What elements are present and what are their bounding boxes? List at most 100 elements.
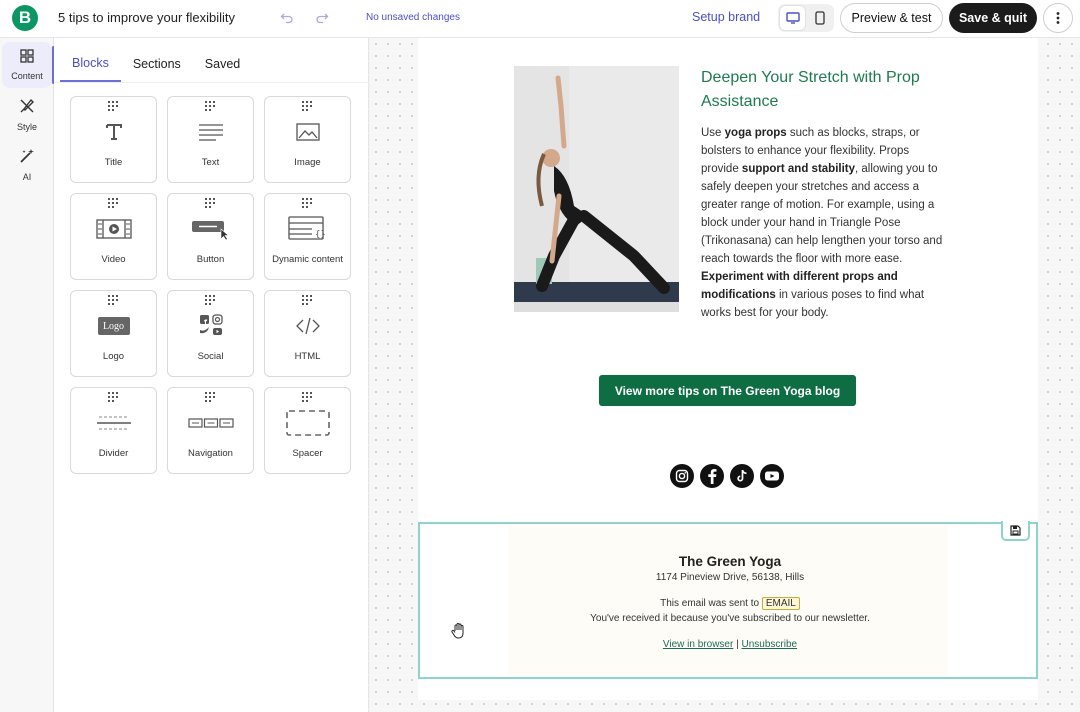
instagram-icon[interactable]: [670, 464, 694, 488]
save-quit-button[interactable]: Save & quit: [949, 3, 1037, 33]
block-dynamic-content[interactable]: {} Dynamic content: [264, 193, 351, 280]
drag-handle-icon[interactable]: [108, 392, 120, 402]
footer-company-name[interactable]: The Green Yoga: [420, 554, 1040, 569]
block-label: Logo: [102, 351, 125, 362]
block-label: Image: [294, 157, 321, 168]
tiktok-icon[interactable]: [730, 464, 754, 488]
yoga-photo[interactable]: [514, 66, 679, 312]
setup-brand-link[interactable]: Setup brand: [692, 10, 760, 24]
social-links: [670, 464, 784, 488]
block-label: HTML: [294, 351, 321, 362]
block-text[interactable]: Text: [167, 96, 254, 183]
spacer-icon: [264, 408, 351, 438]
drag-handle-icon[interactable]: [205, 295, 217, 305]
dynamic-content-icon: {}: [264, 214, 351, 244]
footer-sent-to: This email was sent to EMAIL: [420, 597, 1040, 610]
block-title[interactable]: Title: [70, 96, 157, 183]
drag-handle-icon[interactable]: [302, 101, 314, 111]
navigation-icon: [167, 408, 254, 438]
text-icon: [167, 117, 254, 147]
svg-text:{}: {}: [315, 230, 326, 240]
button-icon: [167, 214, 254, 244]
block-video[interactable]: Video: [70, 193, 157, 280]
block-logo[interactable]: Logo Logo: [70, 290, 157, 377]
block-navigation[interactable]: Navigation: [167, 387, 254, 474]
rail-item-style[interactable]: Style: [2, 92, 52, 138]
block-spacer[interactable]: Spacer: [264, 387, 351, 474]
title-icon: [70, 117, 157, 147]
rail-label: AI: [22, 172, 32, 182]
tab-sections[interactable]: Sections: [121, 46, 193, 82]
content-panel: Blocks Sections Saved Title Text Image V…: [54, 38, 369, 712]
rail-item-content[interactable]: Content: [2, 42, 55, 88]
campaign-title[interactable]: 5 tips to improve your flexibility: [58, 10, 235, 25]
body-bold: yoga props: [724, 127, 787, 139]
drag-handle-icon[interactable]: [302, 198, 314, 208]
body-bold: support and stability: [741, 163, 856, 175]
block-label: Dynamic content: [272, 254, 343, 265]
drag-handle-icon[interactable]: [302, 295, 314, 305]
section-heading[interactable]: Deepen Your Stretch with Prop Assistance: [701, 66, 961, 114]
rail-label: Style: [16, 122, 37, 132]
top-bar: B 5 tips to improve your flexibility No …: [0, 0, 1080, 38]
panel-tabs: Blocks Sections Saved: [60, 46, 252, 82]
social-icon: [167, 311, 254, 341]
drag-handle-icon[interactable]: [205, 392, 217, 402]
block-label: Divider: [98, 448, 129, 459]
save-status: No unsaved changes: [366, 12, 460, 23]
grid-icon: [20, 49, 34, 68]
tab-saved[interactable]: Saved: [193, 46, 252, 82]
drag-handle-icon[interactable]: [108, 295, 120, 305]
undo-icon[interactable]: [278, 9, 296, 27]
drag-handle-icon[interactable]: [108, 101, 120, 111]
left-rail: Content Style AI: [0, 38, 55, 712]
blocks-grid: Title Text Image Video Button {} Dynamic…: [70, 96, 351, 474]
footer-address[interactable]: 1174 Pineview Drive, 56138, Hills: [420, 572, 1040, 583]
block-image[interactable]: Image: [264, 96, 351, 183]
more-options-icon[interactable]: [1043, 3, 1073, 33]
logo-icon: Logo: [70, 311, 157, 341]
html-icon: [264, 311, 351, 341]
unsubscribe-link[interactable]: Unsubscribe: [741, 639, 797, 650]
block-label: Video: [101, 254, 126, 265]
redo-icon[interactable]: [313, 9, 331, 27]
editor-canvas: Deepen Your Stretch with Prop Assistance…: [370, 38, 1080, 712]
logo-icon-text: Logo: [97, 317, 130, 335]
email-merge-tag[interactable]: EMAIL: [761, 597, 800, 610]
section-body-text[interactable]: Use yoga props such as blocks, straps, o…: [701, 124, 946, 322]
footer-reason: You've received it because you've subscr…: [590, 613, 870, 624]
tab-blocks[interactable]: Blocks: [60, 46, 121, 82]
footer-links: View in browser | Unsubscribe: [420, 639, 1040, 650]
device-toggle: [778, 4, 834, 32]
block-button[interactable]: Button: [167, 193, 254, 280]
block-divider[interactable]: Divider: [70, 387, 157, 474]
desktop-view-icon[interactable]: [780, 6, 805, 30]
hand-cursor-icon: [450, 622, 468, 640]
video-icon: [70, 214, 157, 244]
drag-handle-icon[interactable]: [108, 198, 120, 208]
block-html[interactable]: HTML: [264, 290, 351, 377]
mobile-view-icon[interactable]: [807, 6, 832, 30]
block-label: Navigation: [188, 448, 233, 459]
rail-item-ai[interactable]: AI: [2, 142, 52, 188]
drag-handle-icon[interactable]: [302, 392, 314, 402]
divider-icon: [70, 408, 157, 438]
preview-test-button[interactable]: Preview & test: [840, 3, 943, 33]
drag-handle-icon[interactable]: [205, 198, 217, 208]
body-segment: Use: [701, 127, 725, 139]
drag-handle-icon[interactable]: [205, 101, 217, 111]
youtube-icon[interactable]: [760, 464, 784, 488]
block-social[interactable]: Social: [167, 290, 254, 377]
save-section-icon[interactable]: [1001, 521, 1030, 541]
block-label: Text: [201, 157, 220, 168]
magic-wand-icon: [19, 148, 35, 169]
view-in-browser-link[interactable]: View in browser: [663, 639, 733, 650]
brevo-logo[interactable]: B: [12, 5, 38, 31]
body-segment: , allowing you to safely deepen your str…: [701, 163, 943, 265]
blog-cta-button[interactable]: View more tips on The Green Yoga blog: [599, 375, 856, 406]
block-label: Title: [104, 157, 123, 168]
block-label: Button: [196, 254, 225, 265]
facebook-icon[interactable]: [700, 464, 724, 488]
sent-to-text: This email was sent to: [660, 598, 760, 609]
footer-section-selected[interactable]: The Green Yoga 1174 Pineview Drive, 5613…: [418, 522, 1038, 679]
